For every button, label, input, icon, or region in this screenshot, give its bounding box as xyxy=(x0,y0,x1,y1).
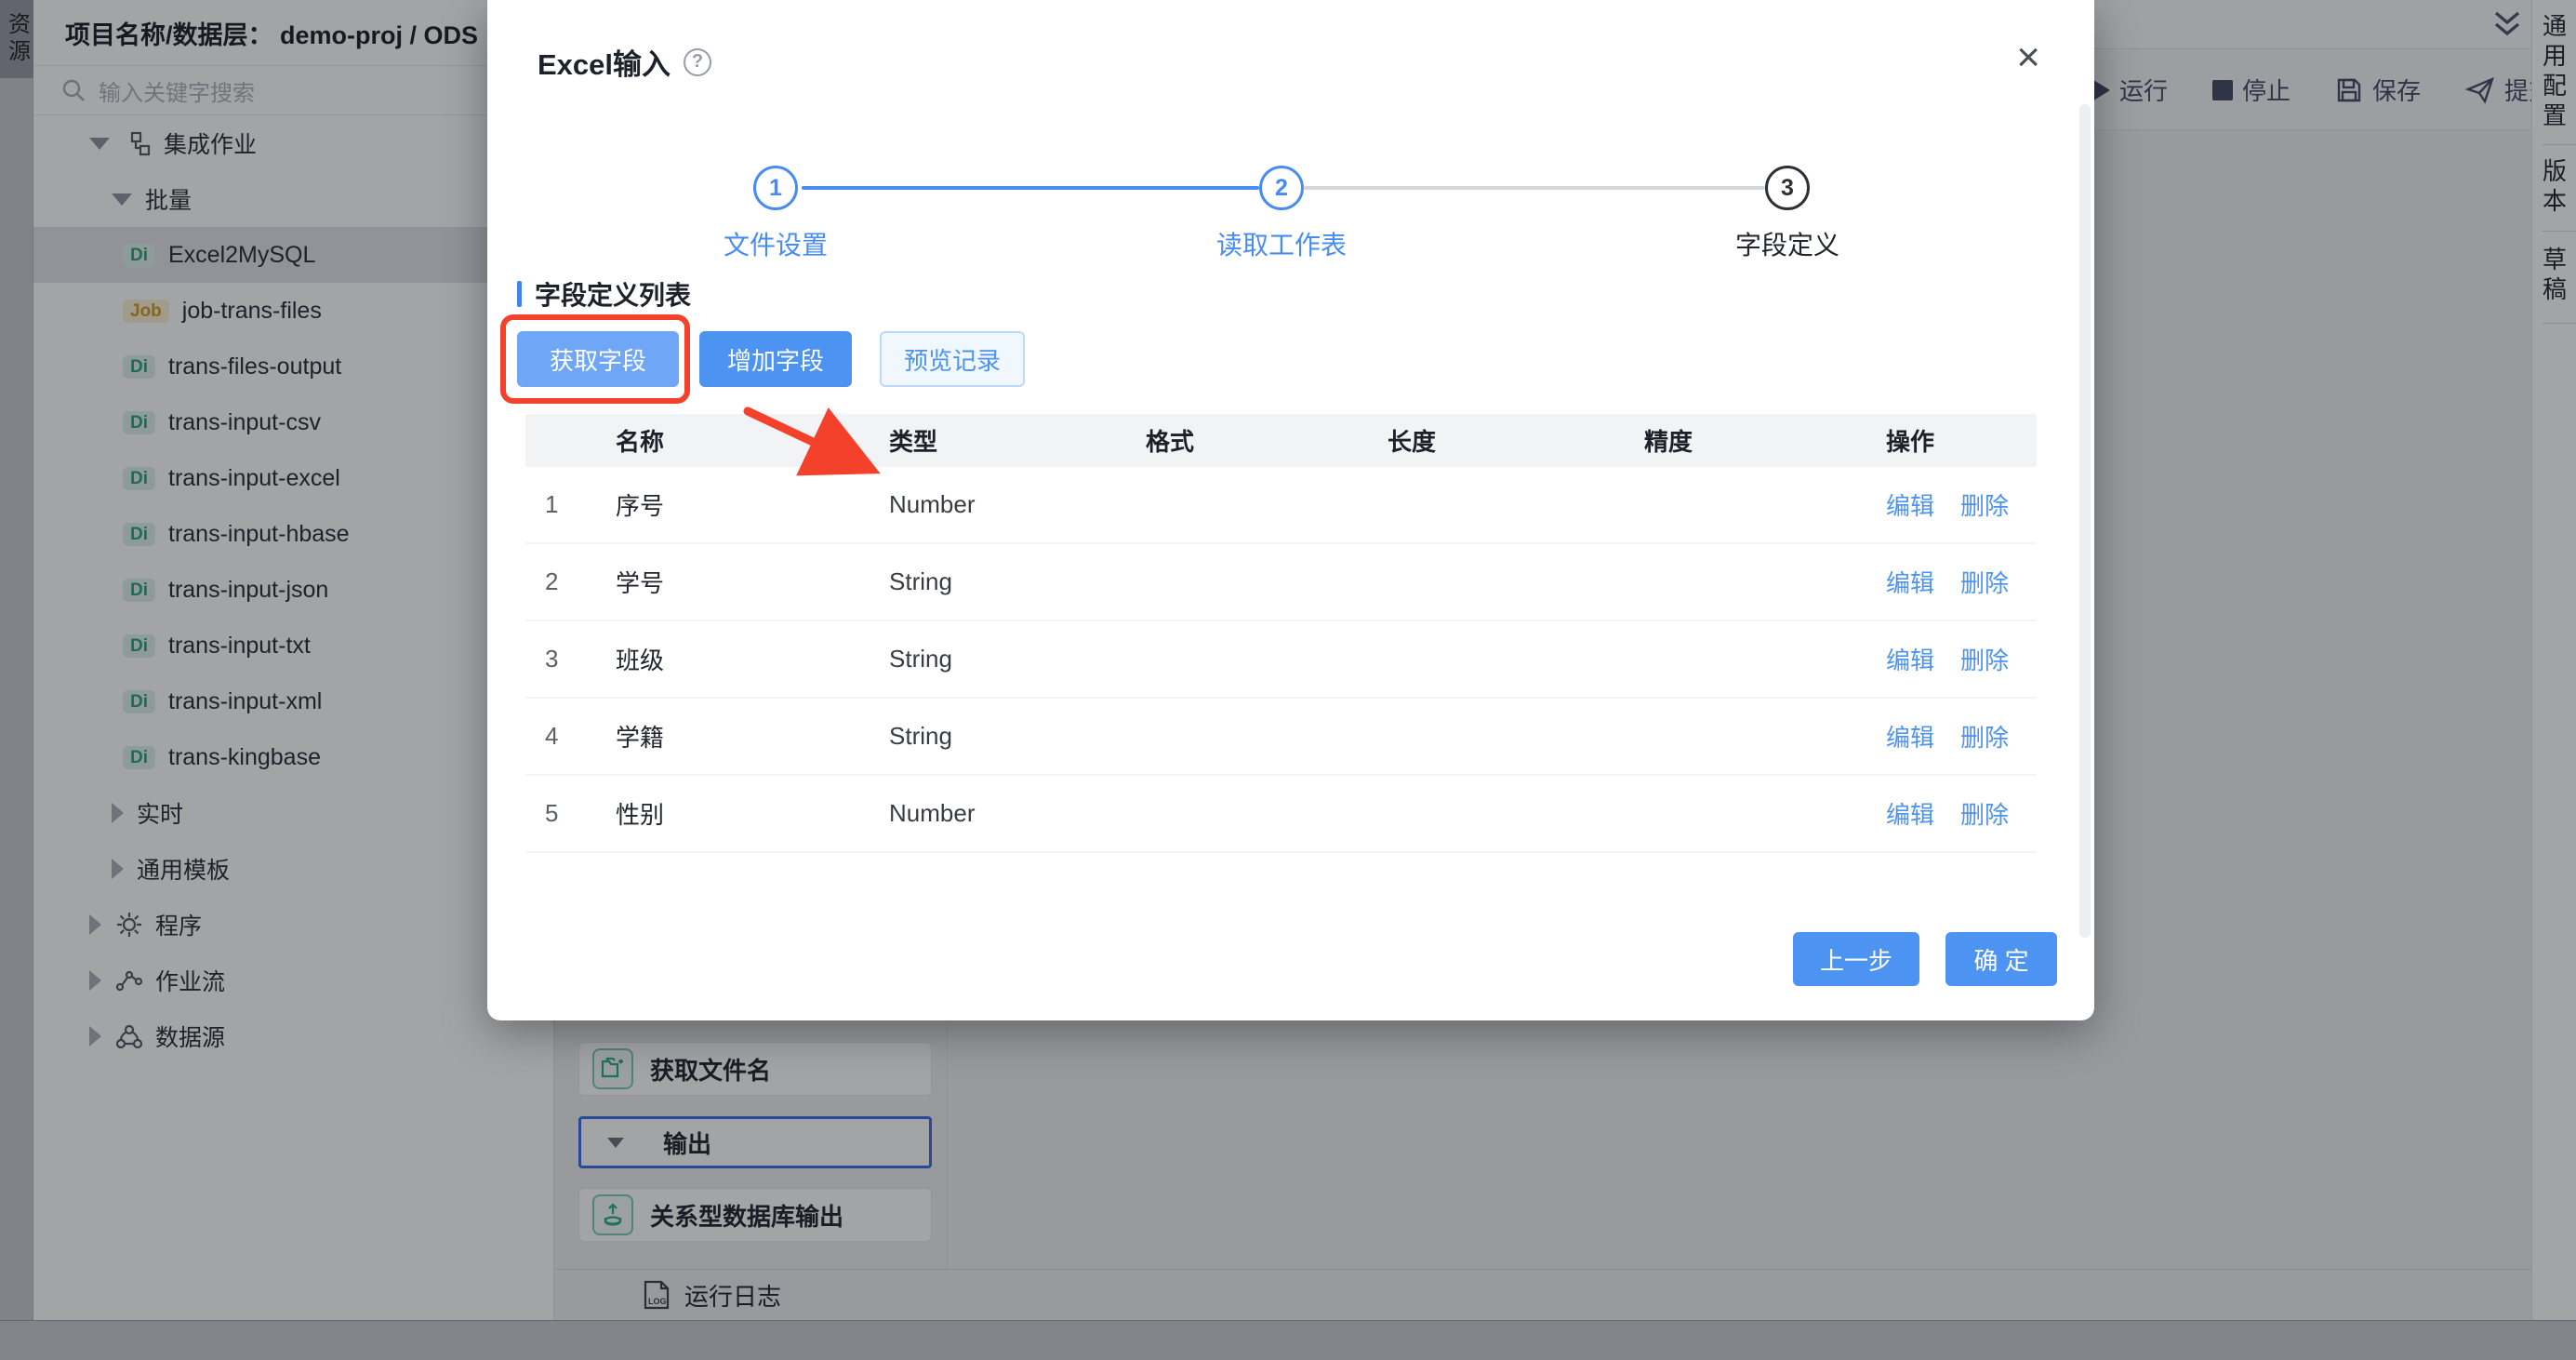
step-number: 2 xyxy=(1259,166,1304,210)
step-2-read-worksheet: 2 读取工作表 xyxy=(1142,166,1421,262)
screen: 资源 项目名称/数据层： demo-proj / ODS 输入关键字搜索 集成作… xyxy=(0,0,2576,1360)
field-type: Number xyxy=(889,799,1146,828)
col-precision: 精度 xyxy=(1644,423,1886,458)
step-label: 字段定义 xyxy=(1735,225,1839,262)
previous-step-button[interactable]: 上一步 xyxy=(1793,932,1919,986)
table-row: 3 班级 String 编辑删除 xyxy=(525,621,2037,699)
table-row: 2 学号 String 编辑删除 xyxy=(525,544,2037,621)
edit-link[interactable]: 编辑 xyxy=(1886,719,1934,753)
delete-link[interactable]: 删除 xyxy=(1960,565,2009,599)
help-icon[interactable]: ? xyxy=(684,48,711,76)
edit-link[interactable]: 编辑 xyxy=(1886,796,1934,831)
edit-link[interactable]: 编辑 xyxy=(1886,487,1934,522)
edit-link[interactable]: 编辑 xyxy=(1886,642,1934,676)
modal-scrollbar[interactable] xyxy=(2079,104,2091,938)
edit-link[interactable]: 编辑 xyxy=(1886,565,1934,599)
section-accent-bar xyxy=(517,281,522,307)
row-index: 2 xyxy=(525,567,616,596)
dialog-header: Excel输入 ? xyxy=(538,41,711,83)
step-number: 3 xyxy=(1765,166,1810,210)
section-header: 字段定义列表 xyxy=(517,275,691,313)
dialog-title: Excel输入 xyxy=(538,41,671,83)
table-row: 4 学籍 String 编辑删除 xyxy=(525,699,2037,776)
annotation-highlight-box xyxy=(500,314,690,404)
row-index: 4 xyxy=(525,722,616,751)
excel-input-dialog: Excel输入 ? × 1 文件设置 2 读取工作表 3 字段定义 字段定义列表… xyxy=(487,0,2094,1020)
table-row: 5 性别 Number 编辑删除 xyxy=(525,776,2037,853)
delete-link[interactable]: 删除 xyxy=(1960,719,2009,753)
field-name: 性别 xyxy=(616,796,889,831)
col-format: 格式 xyxy=(1146,423,1388,458)
row-index: 1 xyxy=(525,490,616,519)
field-type: String xyxy=(889,722,1146,751)
annotation-arrow xyxy=(720,385,906,497)
step-label: 文件设置 xyxy=(724,225,828,262)
row-index: 5 xyxy=(525,799,616,828)
step-3-field-definition: 3 字段定义 xyxy=(1648,166,1927,262)
col-type: 类型 xyxy=(889,423,1146,458)
section-title: 字段定义列表 xyxy=(535,275,691,313)
preview-records-button[interactable]: 预览记录 xyxy=(880,331,1025,387)
close-icon[interactable]: × xyxy=(2016,37,2040,78)
step-label: 读取工作表 xyxy=(1216,225,1347,262)
field-type: String xyxy=(889,645,1146,673)
field-name: 学籍 xyxy=(616,719,889,753)
step-number: 1 xyxy=(753,166,798,210)
field-name: 学号 xyxy=(616,565,889,599)
delete-link[interactable]: 删除 xyxy=(1960,487,2009,522)
step-1-file-settings: 1 文件设置 xyxy=(636,166,915,262)
delete-link[interactable]: 删除 xyxy=(1960,796,2009,831)
col-length: 长度 xyxy=(1388,423,1644,458)
col-operations: 操作 xyxy=(1886,423,2037,458)
add-field-button[interactable]: 增加字段 xyxy=(699,331,852,387)
confirm-button[interactable]: 确 定 xyxy=(1945,932,2057,986)
field-name: 班级 xyxy=(616,642,889,676)
delete-link[interactable]: 删除 xyxy=(1960,642,2009,676)
field-type: String xyxy=(889,567,1146,596)
row-index: 3 xyxy=(525,645,616,673)
field-type: Number xyxy=(889,490,1146,519)
